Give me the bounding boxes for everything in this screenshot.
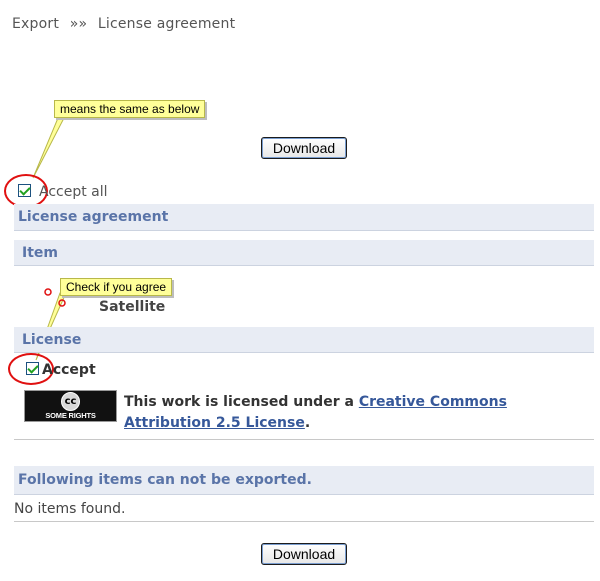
section-not-exported: Following items can not be exported. <box>14 466 594 495</box>
section-license: License <box>14 327 594 353</box>
divider-horizontal <box>14 439 594 440</box>
cc-icon: cc <box>61 392 80 411</box>
download-button-top[interactable]: Download <box>261 137 347 159</box>
cc-badge-text: SOME RIGHTS RESERVED <box>45 411 96 429</box>
divider-bottom <box>14 521 594 522</box>
creative-commons-badge[interactable]: cc SOME RIGHTS RESERVED <box>24 390 117 429</box>
download-button-bottom[interactable]: Download <box>261 543 347 565</box>
accept-all-label: Accept all <box>39 184 108 200</box>
license-text-prefix: This work is licensed under a <box>124 394 359 410</box>
license-text-suffix: . <box>304 415 311 431</box>
breadcrumb-current: License agreement <box>97 16 236 32</box>
item-name: Satellite <box>99 299 166 315</box>
breadcrumb: Export »» License agreement <box>12 16 241 32</box>
annotation-note-same-as-below: means the same as below <box>54 100 206 118</box>
breadcrumb-export-link[interactable]: Export <box>12 16 59 32</box>
annotation-note-check-if-agree: Check if you agree <box>60 278 173 296</box>
accept-label: Accept <box>42 362 96 378</box>
breadcrumb-separator: »» <box>69 16 88 32</box>
section-license-agreement: License agreement <box>14 204 594 231</box>
license-text: This work is licensed under a Creative C… <box>124 392 594 434</box>
section-item: Item <box>14 240 594 266</box>
no-items-message: No items found. <box>14 501 126 517</box>
